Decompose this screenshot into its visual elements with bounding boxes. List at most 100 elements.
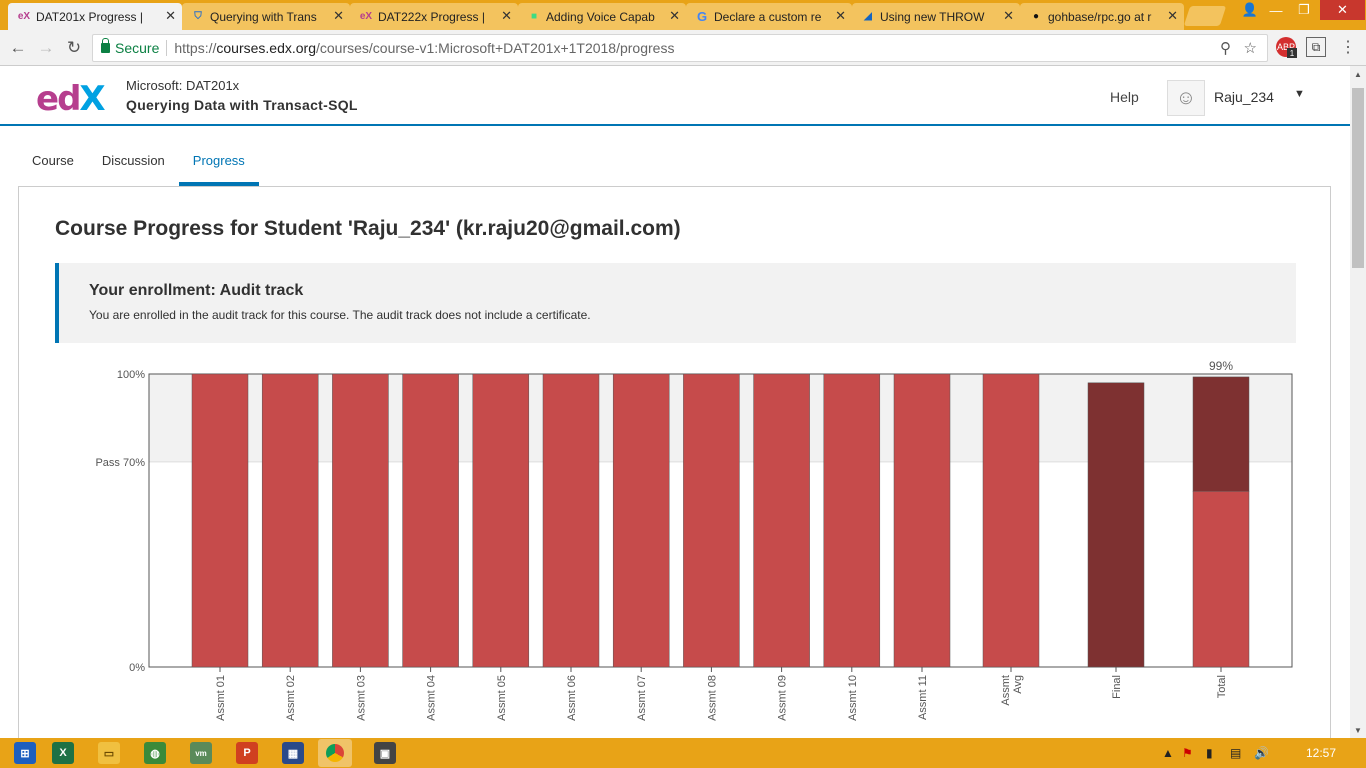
edx-logo[interactable]: edX xyxy=(36,79,106,119)
chrome-icon[interactable] xyxy=(318,739,352,767)
p-app-icon[interactable]: P xyxy=(236,742,258,764)
battery-icon[interactable]: ▮ xyxy=(1206,746,1213,760)
windows-start-icon[interactable]: ⊞ xyxy=(14,742,36,764)
vmware-icon[interactable]: vm xyxy=(190,742,212,764)
close-window-button[interactable]: ✕ xyxy=(1320,0,1365,20)
tab-label: gohbase/rpc.go at r xyxy=(1048,9,1152,24)
y-tick-label: 100% xyxy=(117,369,145,381)
edx-icon: eX xyxy=(17,10,31,22)
avatar[interactable]: ☺ xyxy=(1167,80,1205,116)
x-tick-label: Assmt 02 xyxy=(285,675,297,721)
x-tick-label: Assmt 05 xyxy=(496,675,508,721)
close-icon[interactable]: ✕ xyxy=(1003,8,1014,24)
url-prefix: https:// xyxy=(174,40,217,56)
volume-icon[interactable]: 🔊 xyxy=(1254,746,1269,760)
bar-total-lower xyxy=(1192,490,1250,668)
address-bar[interactable]: Secure https://courses.edx.org/courses/c… xyxy=(92,34,1268,62)
x-tick-label: Total xyxy=(1216,675,1228,698)
browser-tab-6[interactable]: ● gohbase/rpc.go at r ✕ xyxy=(1020,3,1184,30)
excel-icon[interactable]: X xyxy=(52,742,74,764)
bar-assmt-06 xyxy=(542,373,600,668)
forward-icon[interactable]: → xyxy=(34,36,58,60)
edx-icon: eX xyxy=(359,10,373,22)
tab-label: Using new THROW xyxy=(880,9,985,24)
zoom-icon[interactable]: ⚲ xyxy=(1220,39,1231,57)
progress-panel: Course Progress for Student 'Raju_234' (… xyxy=(18,186,1331,746)
close-icon[interactable]: ✕ xyxy=(669,8,680,24)
x-tick-label: Assmt 01 xyxy=(215,675,227,721)
google-icon: G xyxy=(696,8,708,24)
file-explorer-icon[interactable]: ▭ xyxy=(98,742,120,764)
bar-assmt-10 xyxy=(823,373,881,668)
browser-tab-1[interactable]: ⛉ Querying with Trans ✕ xyxy=(182,3,350,30)
bar-assmt-02 xyxy=(261,373,319,668)
back-icon[interactable]: ← xyxy=(6,36,30,60)
help-link[interactable]: Help xyxy=(1110,89,1139,105)
page-title: Course Progress for Student 'Raju_234' (… xyxy=(55,217,681,240)
close-icon[interactable]: ✕ xyxy=(333,8,344,24)
x-tick-label: Avg xyxy=(1012,675,1024,694)
reload-icon[interactable]: ↻ xyxy=(62,36,86,60)
course-nav: Course Discussion Progress xyxy=(18,142,259,186)
enrollment-message: Your enrollment: Audit track You are enr… xyxy=(55,263,1296,343)
scroll-up-icon[interactable]: ▲ xyxy=(1350,66,1366,82)
menu-icon[interactable]: ⋮ xyxy=(1338,37,1358,57)
close-icon[interactable]: ✕ xyxy=(165,8,176,24)
secure-label: Secure xyxy=(115,40,160,56)
bar-assmt-11 xyxy=(893,373,951,668)
x-tick-label: Assmt 07 xyxy=(636,675,648,721)
flag-icon[interactable]: ⚑ xyxy=(1182,746,1193,760)
browser-tab-0[interactable]: eX DAT201x Progress | ✕ xyxy=(8,3,182,30)
url-path: /courses/course-v1:Microsoft+DAT201x+1T2… xyxy=(316,40,675,56)
maximize-button[interactable]: ❐ xyxy=(1290,0,1318,20)
cmd-icon[interactable]: ▣ xyxy=(374,742,396,764)
bar-final xyxy=(1087,382,1145,668)
browser-tab-5[interactable]: ◢ Using new THROW ✕ xyxy=(852,3,1020,30)
tab-course[interactable]: Course xyxy=(18,142,88,186)
lock-icon xyxy=(101,38,110,53)
scroll-down-icon[interactable]: ▼ xyxy=(1350,722,1366,738)
close-icon[interactable]: ✕ xyxy=(501,8,512,24)
extension-icon[interactable]: ⧉ xyxy=(1306,37,1326,57)
globe-icon[interactable]: ◍ xyxy=(144,742,166,764)
browser-tab-3[interactable]: ■ Adding Voice Capab ✕ xyxy=(518,3,686,30)
secure-indicator[interactable]: Secure xyxy=(101,38,160,56)
x-tick-label: Final xyxy=(1111,675,1123,699)
x-tick-label: Assmt 03 xyxy=(355,675,367,721)
tab-label: Declare a custom re xyxy=(714,9,822,24)
tab-discussion[interactable]: Discussion xyxy=(88,142,179,186)
bar-assmt-01 xyxy=(191,373,249,668)
tab-progress[interactable]: Progress xyxy=(178,142,259,186)
extension-badge: 1 xyxy=(1287,48,1297,58)
android-icon: ■ xyxy=(530,10,538,22)
chevron-down-icon[interactable]: ▼ xyxy=(1294,88,1305,100)
close-icon[interactable]: ✕ xyxy=(835,8,846,24)
browser-tab-2[interactable]: eX DAT222x Progress | ✕ xyxy=(350,3,518,30)
close-icon[interactable]: ✕ xyxy=(1167,8,1178,24)
bar-total-upper xyxy=(1192,376,1250,492)
bookmark-star-icon[interactable]: ☆ xyxy=(1244,39,1257,57)
x-tick-label: Assmt 09 xyxy=(777,675,789,721)
minimize-button[interactable]: — xyxy=(1262,0,1290,20)
profile-icon[interactable]: 👤 xyxy=(1236,0,1264,20)
scroll-thumb[interactable] xyxy=(1352,88,1364,268)
clock[interactable]: 12:57 xyxy=(1306,746,1336,760)
course-title: Querying Data with Transact-SQL xyxy=(126,97,358,113)
tray-chevron-icon[interactable]: ▲ xyxy=(1162,746,1174,760)
blog-icon: ◢ xyxy=(864,10,872,22)
url-text[interactable]: https://courses.edx.org/courses/course-v… xyxy=(174,40,674,56)
github-icon: ● xyxy=(1032,10,1040,22)
x-tick-label: Assmt 10 xyxy=(847,675,859,721)
app-window-icon[interactable]: ▦ xyxy=(282,742,304,764)
page-scrollbar[interactable]: ▲ ▼ xyxy=(1350,66,1366,738)
bar-assmt-07 xyxy=(612,373,670,668)
username[interactable]: Raju_234 xyxy=(1214,89,1274,105)
edx-header: edX Microsoft: DAT201x Querying Data wit… xyxy=(0,66,1350,126)
new-tab-button[interactable] xyxy=(1183,6,1227,26)
x-tick-label: Assmt 11 xyxy=(917,675,929,720)
divider xyxy=(166,40,168,56)
browser-tab-4[interactable]: G Declare a custom re ✕ xyxy=(686,3,852,30)
network-icon[interactable]: ▤ xyxy=(1230,746,1241,760)
course-org: Microsoft: DAT201x xyxy=(126,78,240,93)
tab-label: Adding Voice Capab xyxy=(546,9,655,24)
